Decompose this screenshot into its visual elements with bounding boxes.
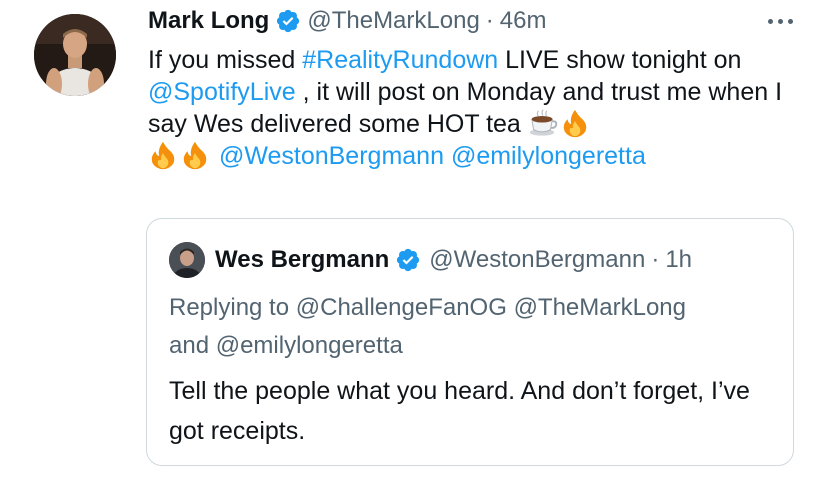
avatar-photo (34, 14, 116, 96)
text-segment: If you missed (148, 46, 303, 74)
replying-prefix: Replying to (169, 294, 296, 321)
quote-author-name[interactable]: Wes Bergmann (215, 246, 389, 274)
fire-icon (183, 141, 207, 170)
more-dot (777, 18, 783, 24)
separator-dot: · (651, 246, 660, 273)
quote-author-handle[interactable]: @WestonBergmann (429, 246, 645, 274)
text-segment: LIVE show tonight on (498, 46, 742, 74)
mention-link-weston[interactable]: @WestonBergmann (219, 142, 444, 170)
verified-badge-icon (277, 9, 300, 33)
fire-icon (563, 109, 587, 138)
replying-to: Replying to @ChallengeFanOG @TheMarkLong… (169, 289, 769, 365)
quote-header: Wes Bergmann @WestonBergmann · 1h (169, 241, 692, 279)
more-dot (787, 18, 793, 24)
timestamp[interactable]: 46m (500, 7, 547, 35)
reply-and: and (169, 332, 216, 359)
tweet-header: Mark Long @TheMarkLong · 46m (148, 6, 546, 36)
fire-icon (151, 141, 175, 170)
mention-link-spotify[interactable]: @SpotifyLive (148, 78, 296, 106)
tweet-text: If you missed #RealityRundown LIVE show … (148, 44, 788, 172)
author-name[interactable]: Mark Long (148, 7, 269, 35)
quote-text: Tell the people what you heard. And don’… (169, 377, 750, 445)
quote-timestamp[interactable]: 1h (665, 246, 692, 274)
reply-mention-themarklong[interactable]: @TheMarkLong (514, 294, 686, 321)
verified-badge-icon (397, 248, 420, 272)
quote-avatar (169, 242, 205, 278)
reply-mention-challengefanog[interactable]: @ChallengeFanOG (296, 294, 507, 321)
quote-tweet-card[interactable]: Wes Bergmann @WestonBergmann · 1h Replyi… (146, 218, 794, 466)
more-dot (767, 18, 773, 24)
avatar[interactable] (34, 14, 116, 96)
author-handle[interactable]: @TheMarkLong (307, 7, 479, 35)
separator-dot: · (485, 7, 494, 34)
more-options-icon[interactable] (760, 8, 800, 34)
mention-link-emily[interactable]: @emilylongeretta (451, 142, 646, 170)
hashtag-link[interactable]: #RealityRundown (302, 46, 498, 74)
teacup-icon (529, 109, 558, 136)
reply-mention-emily[interactable]: @emilylongeretta (216, 332, 403, 359)
quote-avatar-photo (169, 242, 205, 278)
